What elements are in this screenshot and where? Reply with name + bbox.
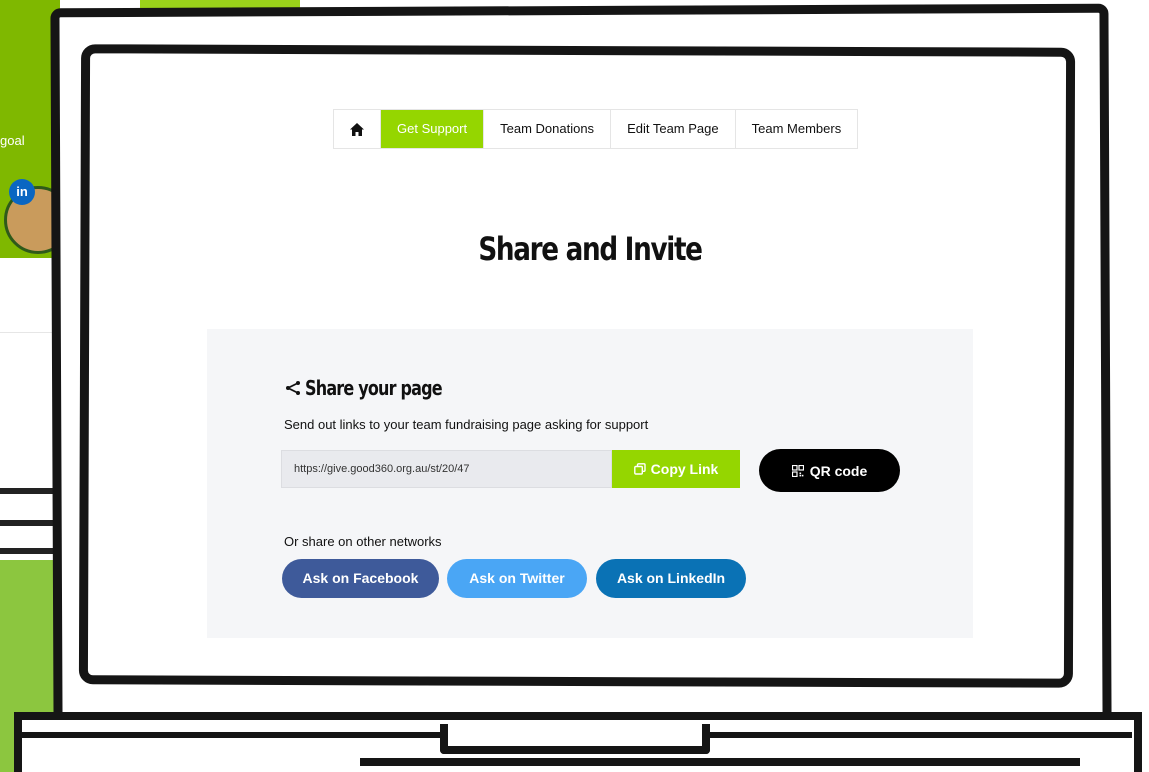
- copy-link-label: Copy Link: [650, 461, 719, 477]
- copy-link-button[interactable]: Copy Link: [612, 450, 740, 488]
- nav-get-support[interactable]: Get Support: [381, 110, 485, 148]
- qr-code-icon: [791, 464, 804, 477]
- share-icon: [285, 381, 300, 395]
- nav-team-donations[interactable]: Team Donations: [484, 110, 612, 148]
- laptop-notch: [440, 724, 710, 754]
- background-stripe: [0, 548, 60, 554]
- copy-icon: [633, 463, 646, 475]
- share-section-title: Share your page: [285, 376, 476, 400]
- team-nav-bar: Get Support Team Donations Edit Team Pag…: [333, 109, 859, 149]
- qr-code-label: QR code: [809, 462, 868, 479]
- other-networks-label: Or share on other networks: [284, 534, 442, 549]
- share-panel: Share your page Send out links to your t…: [207, 329, 973, 638]
- share-link-field[interactable]: https://give.good360.org.au/st/20/47: [281, 450, 612, 488]
- ask-on-linkedin-button[interactable]: Ask on LinkedIn: [596, 559, 746, 598]
- ask-on-twitter-button[interactable]: Ask on Twitter: [447, 559, 587, 598]
- share-title-text: Share your page: [305, 376, 443, 400]
- laptop-base-line: [360, 758, 1080, 766]
- background-stripe: [0, 488, 60, 494]
- ask-on-facebook-button[interactable]: Ask on Facebook: [282, 559, 439, 598]
- linkedin-badge-icon: in: [9, 179, 35, 205]
- share-description: Send out links to your team fundraising …: [284, 417, 649, 432]
- page-title: Share and Invite: [478, 230, 703, 268]
- background-goal-text: goal: [0, 133, 25, 148]
- nav-edit-team-page[interactable]: Edit Team Page: [611, 110, 736, 148]
- qr-code-button[interactable]: QR code: [759, 449, 900, 492]
- nav-home[interactable]: [334, 110, 381, 148]
- background-stripe: [0, 520, 60, 526]
- home-icon: [350, 122, 364, 136]
- nav-team-members[interactable]: Team Members: [736, 110, 858, 148]
